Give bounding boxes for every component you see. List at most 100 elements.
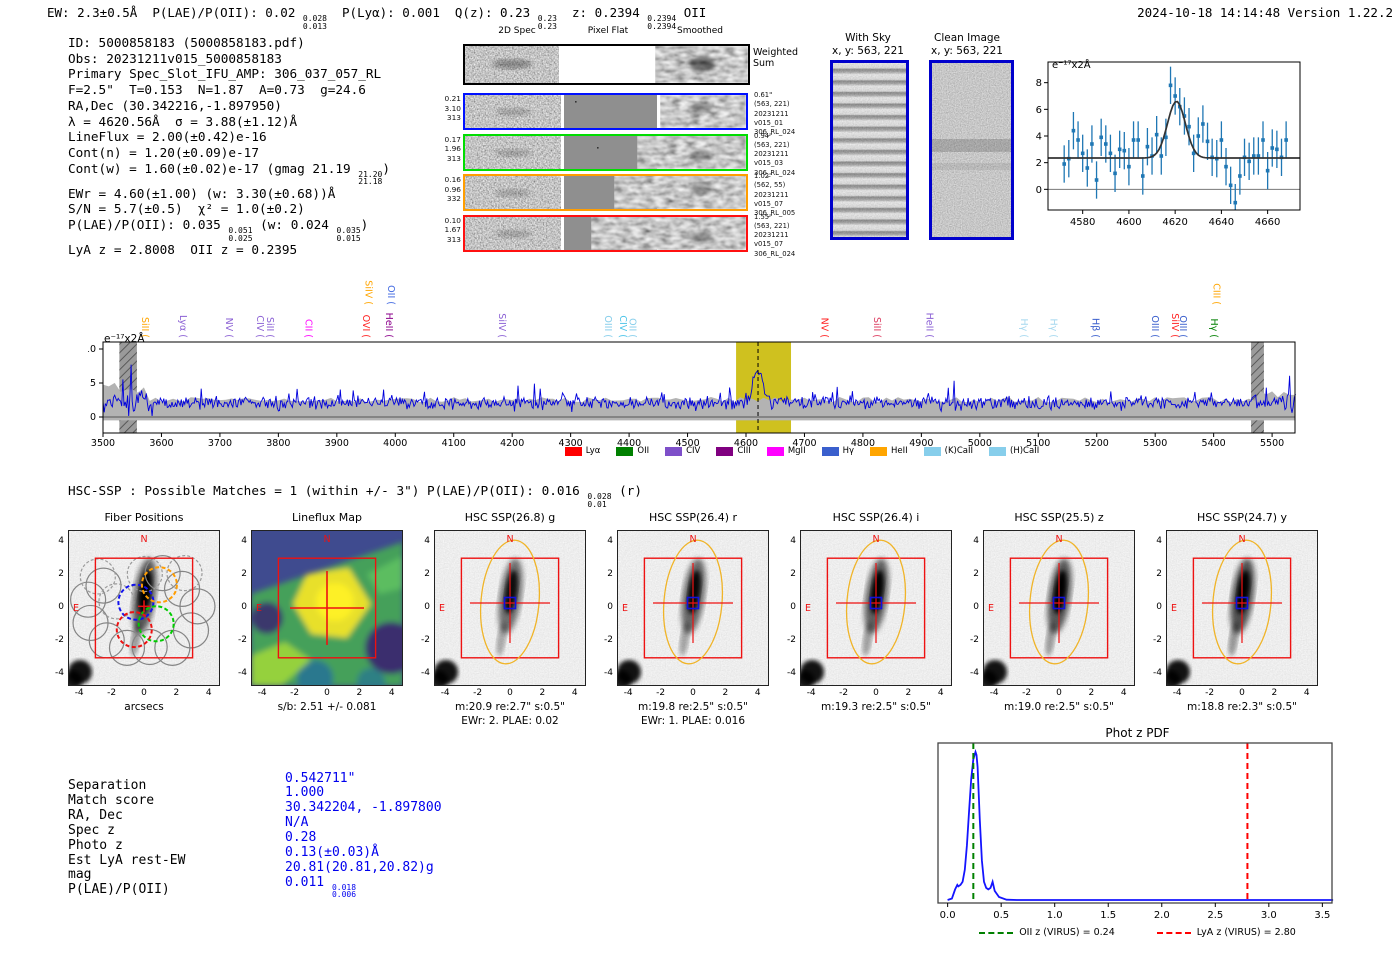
- svg-text:4640: 4640: [1209, 217, 1234, 228]
- spec2d-row: [463, 174, 748, 211]
- emission-line-label: OII (: [385, 285, 396, 305]
- x-tick-label: 0: [141, 688, 147, 698]
- legend-item: CIII: [716, 446, 751, 456]
- compass-east: E: [256, 603, 262, 614]
- y-tick-label: -2: [970, 635, 979, 646]
- cutout-image: NE: [251, 530, 403, 686]
- spec2d-weighted-row: [463, 44, 750, 85]
- y-tick-label: -4: [238, 668, 247, 679]
- svg-text:5400: 5400: [1202, 438, 1226, 449]
- x-tick-label: 2: [905, 688, 912, 698]
- clean-image-noise: [932, 63, 1011, 237]
- match-row-value: 0.011 0.018 0.006: [285, 874, 357, 900]
- cutout-image: NE: [983, 530, 1135, 686]
- data-points: [1048, 66, 1300, 210]
- photz-legend: OII z (VIRUS) = 0.24 LyA z (VIRUS) = 2.80: [930, 927, 1345, 938]
- emission-line-label: CIV (: [254, 315, 265, 338]
- legend-item: CIV: [665, 446, 700, 456]
- compass-north: N: [1238, 534, 1245, 545]
- match-row-value: 0.28: [285, 830, 317, 846]
- legend-item: (K)CaII: [923, 446, 974, 456]
- legend-swatch: [716, 446, 734, 456]
- y-tick-label: 0: [1156, 602, 1162, 612]
- y-tick-label: -4: [787, 668, 796, 679]
- info-line: Obs: 20231211v015_5000858183: [68, 50, 282, 66]
- info-line: LyA z = 2.8008 OII z = 0.2395: [68, 242, 298, 258]
- y-tick-label: 4: [607, 535, 613, 546]
- legend-label: MgII: [787, 446, 806, 456]
- y-tick-label: 2: [973, 568, 979, 579]
- match-row-value: 0.13(±0.03)Å: [285, 845, 379, 860]
- with-sky-image: [830, 60, 909, 240]
- photz-legend-label: LyA z (VIRUS) = 2.80: [1196, 927, 1296, 938]
- compass-north: N: [140, 534, 147, 545]
- compass-east: E: [73, 603, 79, 614]
- emission-line-label: Lyα (: [177, 315, 188, 338]
- x-tick-label: 4: [1303, 688, 1310, 698]
- x-tick-label: -4: [989, 688, 999, 698]
- y-tick-label: 4: [790, 535, 796, 546]
- legend-swatch: [616, 446, 634, 456]
- clean-image-title: Clean Image x, y: 563, 221: [931, 32, 1003, 57]
- x-tick-label: -4: [257, 688, 267, 698]
- svg-text:4580: 4580: [1070, 217, 1095, 228]
- match-row-label: Photo z: [68, 837, 123, 853]
- svg-text:4000: 4000: [383, 438, 407, 449]
- svg-text:3600: 3600: [149, 438, 173, 449]
- svg-text:3700: 3700: [208, 438, 232, 449]
- y-tick-label: 2: [424, 568, 430, 579]
- legend-label: (H)CaII: [1010, 446, 1040, 456]
- svg-text:1.5: 1.5: [1100, 910, 1116, 921]
- svg-text:3.0: 3.0: [1261, 910, 1277, 921]
- spec2d-col-header: Smoothed: [677, 26, 723, 36]
- compass-east: E: [1171, 603, 1177, 614]
- line-fit-chart: 4580 4600 4620 4640 4660 0 2 4 6 8: [1036, 61, 1301, 228]
- info-line: F=2.5" T=0.153 N=1.87 A=0.73 g=24.6: [68, 82, 366, 98]
- svg-text:3900: 3900: [325, 438, 349, 449]
- spectrum-line-legend: Lyα OII CIV CIII MgII Hγ HeII (K)CaII (H)CaII: [443, 446, 1161, 456]
- svg-text:3800: 3800: [266, 438, 290, 449]
- y-tick-label: 4: [58, 535, 64, 546]
- legend-swatch: [766, 446, 784, 456]
- spec2d-row-weights: 0.21 3.10 313: [444, 94, 461, 123]
- y-tick-label: 2: [241, 568, 247, 579]
- line-fit-units-label: e⁻¹⁷x2Å: [1052, 60, 1091, 71]
- emission-line-label: Hγ (: [1018, 319, 1029, 339]
- x-tick-label: -4: [1172, 688, 1182, 698]
- emission-line-label: SiII (: [264, 317, 275, 338]
- legend-swatch: [923, 446, 941, 456]
- elixer-report-page: EW: 2.3±0.5Å P(LAE)/P(OII): 0.02 0.028 0.…: [0, 0, 1400, 953]
- info-line: Cont(w) = 1.60(±0.02)e-17 (gmag 21.19 21…: [68, 160, 390, 187]
- emission-line-label: SiII (: [871, 317, 882, 338]
- spec2d-row-weights: 0.17 1.96 313: [444, 134, 461, 163]
- legend-label: (K)CaII: [944, 446, 974, 456]
- y-tick-label: -4: [421, 668, 430, 679]
- x-tick-label: -2: [1022, 688, 1032, 698]
- x-tick-label: -4: [74, 688, 84, 698]
- svg-text:5500: 5500: [1260, 438, 1284, 449]
- x-tick-label: 2: [539, 688, 546, 698]
- match-row-label: Separation: [68, 778, 147, 793]
- x-tick-label: 4: [1120, 688, 1127, 698]
- info-line: EWr = 4.60(±1.00) (w: 3.30(±0.68))Å: [68, 185, 336, 201]
- dashed-line-swatch: [1156, 931, 1191, 934]
- match-row-label: RA, Dec: [68, 807, 123, 823]
- svg-text:0: 0: [1036, 185, 1042, 196]
- svg-text:2.5: 2.5: [1207, 910, 1223, 921]
- y-tick-label: -2: [604, 635, 613, 646]
- x-tick-label: -2: [656, 688, 666, 698]
- compass-east: E: [988, 603, 994, 614]
- match-row-label: Est LyA rest-EW: [68, 852, 186, 868]
- legend-swatch: [564, 446, 582, 456]
- compass-north: N: [1055, 534, 1062, 545]
- y-tick-label: -2: [238, 635, 247, 646]
- x-tick-label: 0: [1239, 688, 1245, 698]
- legend-swatch: [665, 446, 683, 456]
- stacked-uncertainty: 21.20 21.18: [358, 169, 383, 187]
- x-tick-label: 4: [388, 688, 395, 698]
- svg-text:3500: 3500: [91, 438, 115, 449]
- x-tick-label: 2: [173, 688, 180, 698]
- info-line: RA,Dec (30.342216,-1.897950): [68, 97, 282, 113]
- legend-item: HeII: [870, 446, 908, 456]
- y-tick-label: 4: [424, 535, 430, 546]
